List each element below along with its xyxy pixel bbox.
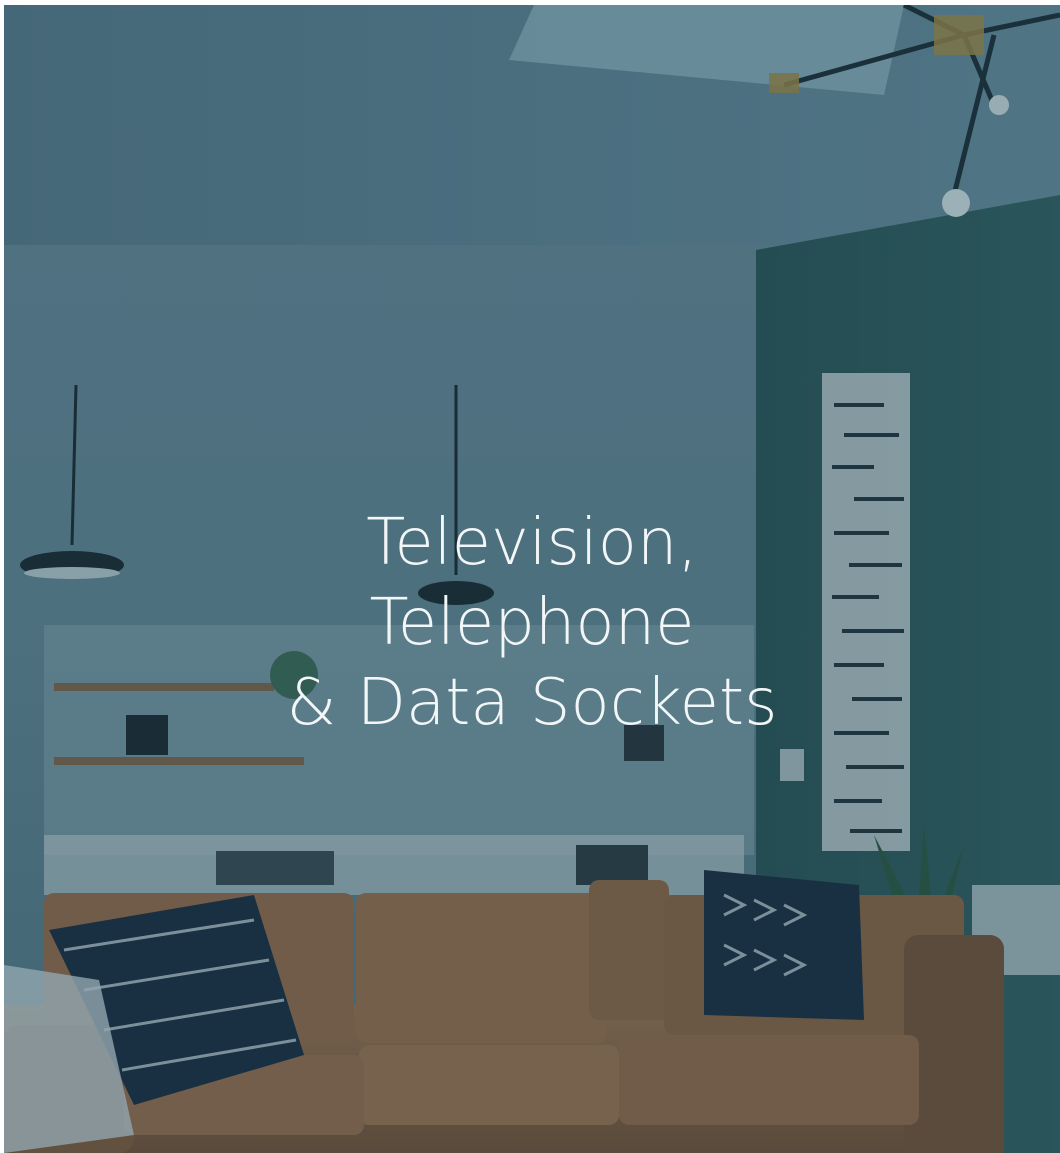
hero-title: Television, Telephone & Data Sockets bbox=[4, 503, 1060, 743]
hero-title-line-3: & Data Sockets bbox=[286, 666, 778, 740]
hero-title-line-2: Telephone bbox=[369, 586, 695, 660]
hero-title-line-1: Television, bbox=[366, 506, 698, 580]
hero-banner: Television, Telephone & Data Sockets bbox=[4, 5, 1060, 1153]
